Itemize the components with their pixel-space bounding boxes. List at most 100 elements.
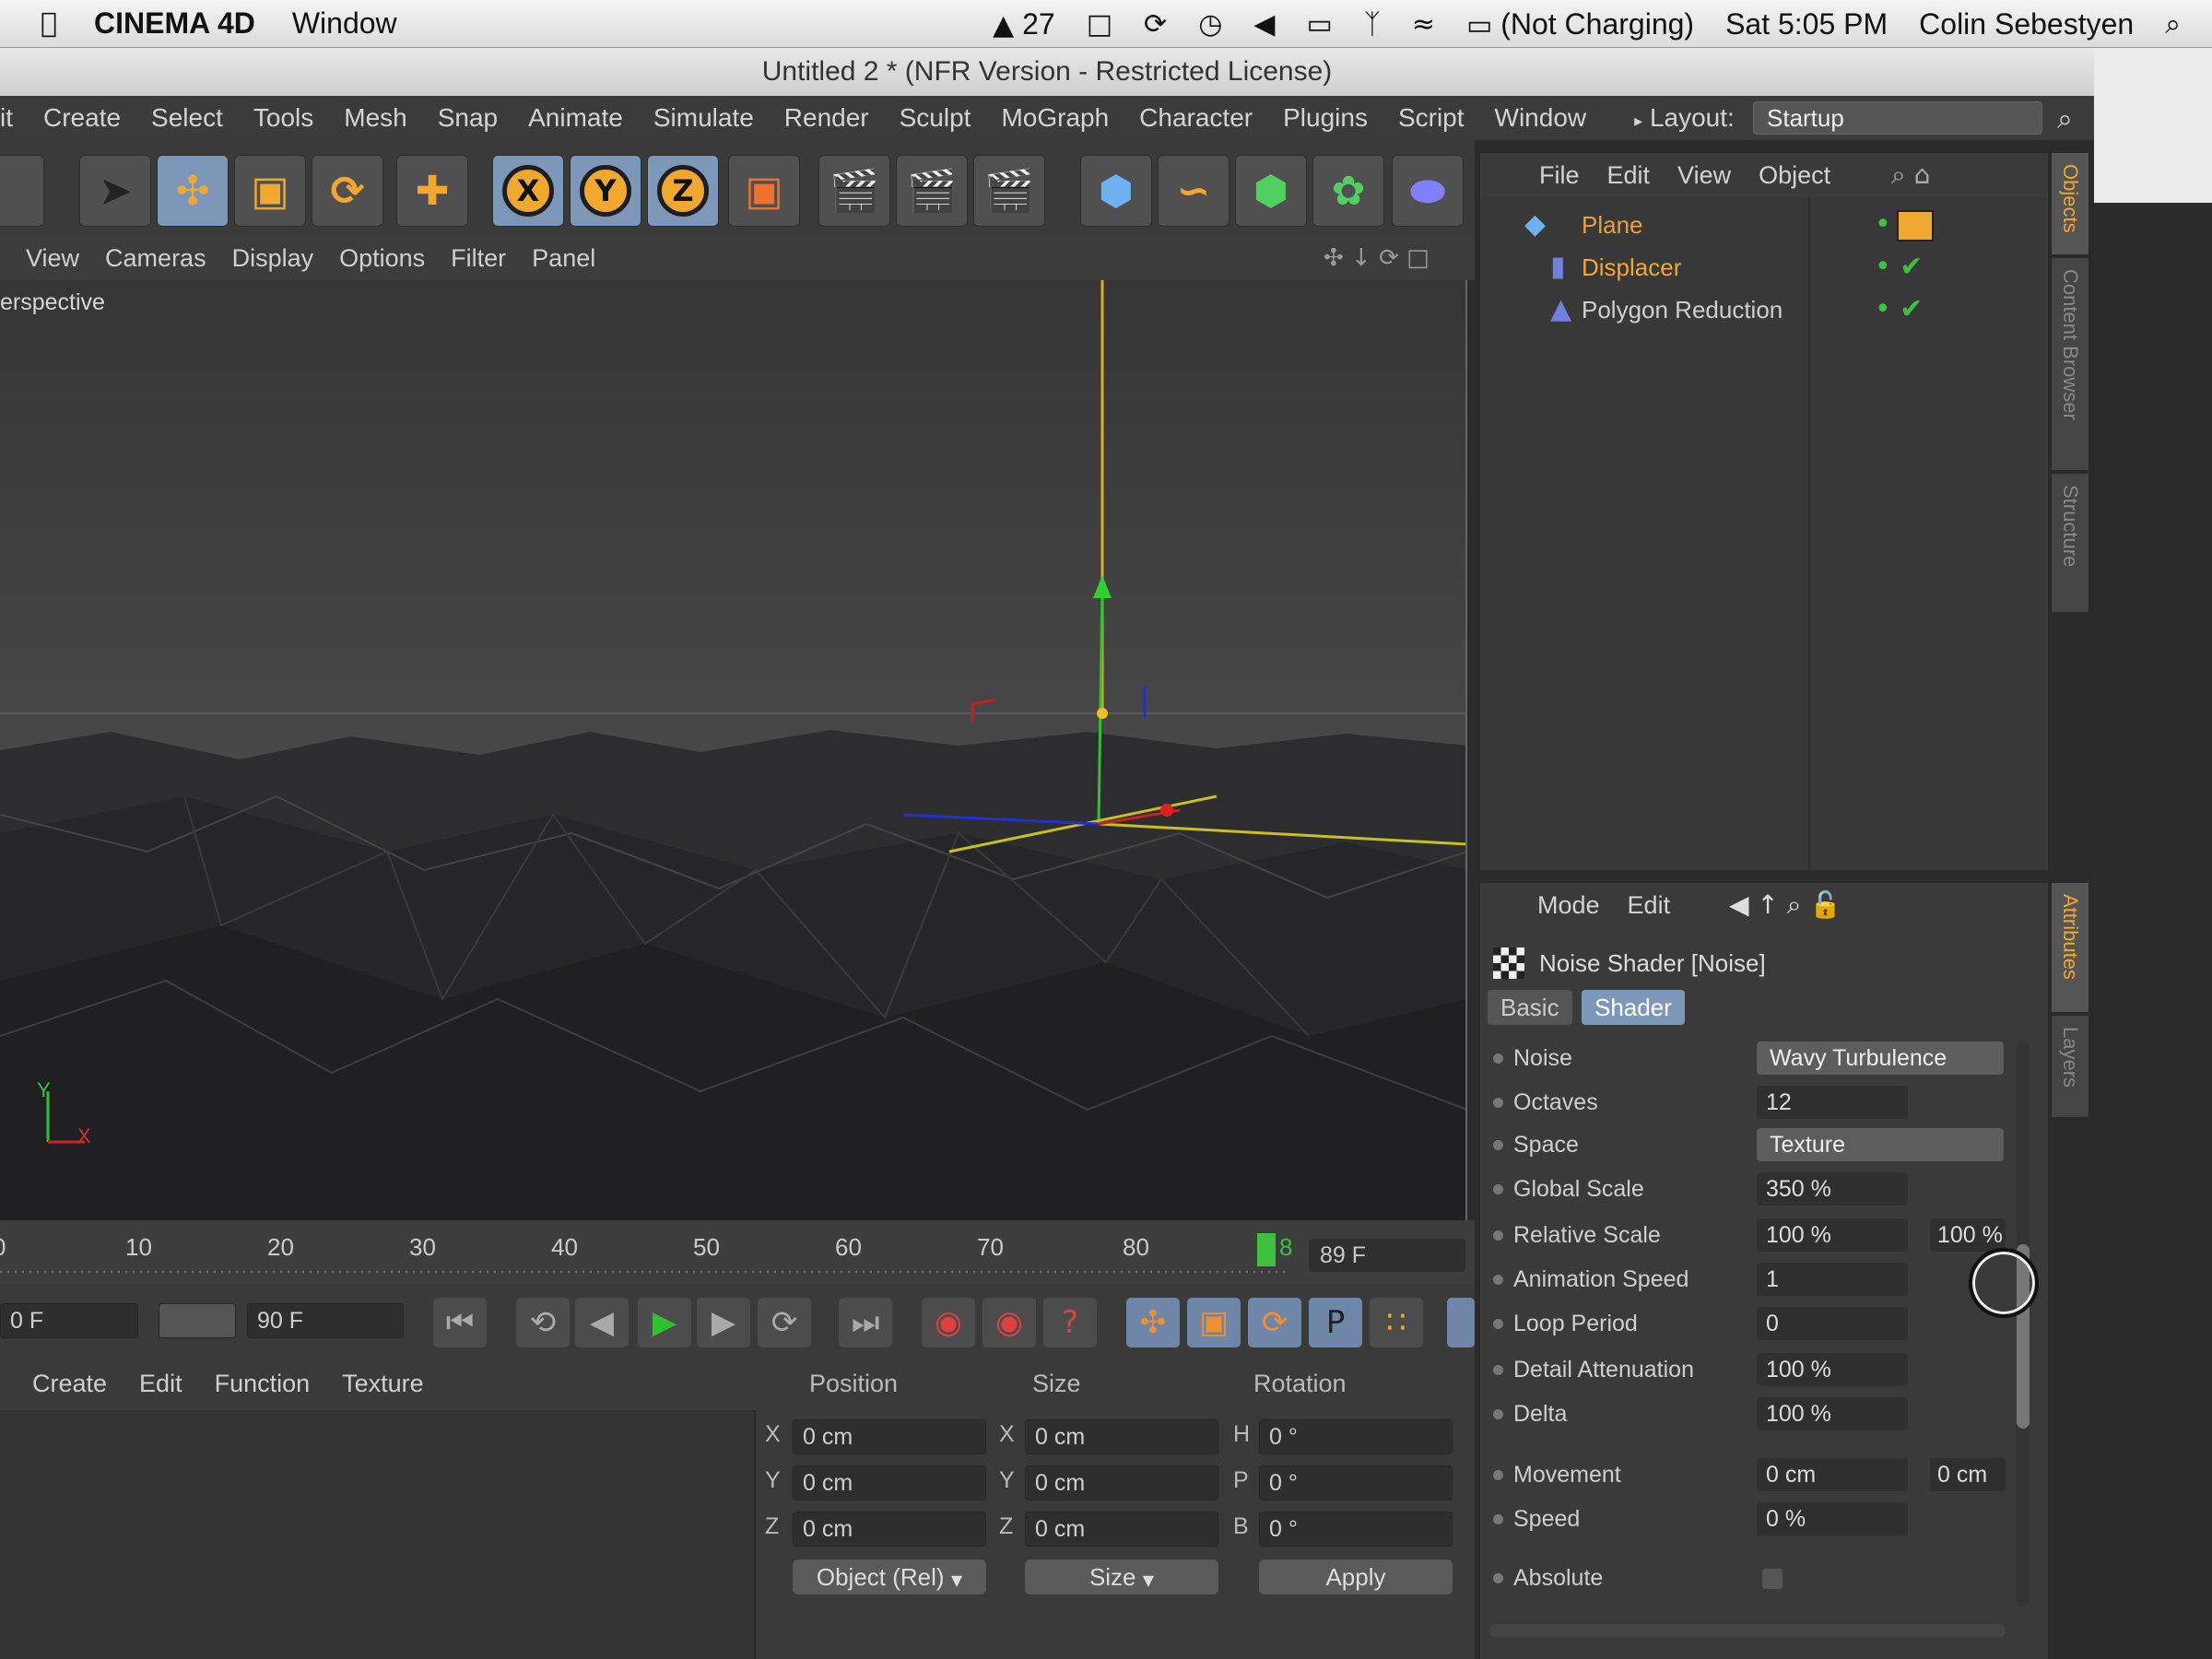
go-to-end-icon[interactable]: ⏭ [839,1298,892,1347]
play-icon[interactable]: ▶ [638,1298,691,1347]
attribute-value-field[interactable]: 1 [1757,1263,1908,1296]
attribute-value-field[interactable]: 0 [1757,1307,1908,1340]
menu-snap[interactable]: Snap [438,103,498,133]
om-menu-view[interactable]: View [1677,161,1731,190]
menu-create[interactable]: Create [43,103,121,133]
render-settings-icon[interactable]: 🎬 [973,155,1045,227]
visibility-check-icon[interactable]: • ✔ [1875,289,1923,330]
attribute-dropdown[interactable]: Texture [1757,1128,2004,1161]
window-menu[interactable]: Window [292,6,397,41]
material-menu-create[interactable]: Create [32,1370,107,1398]
menu-sculpt[interactable]: Sculpt [900,103,971,133]
previous-frame-icon[interactable]: ◀ [575,1298,629,1347]
menu-tools[interactable]: Tools [253,103,313,133]
material-menu-edit[interactable]: Edit [139,1370,182,1398]
attribute-checkbox[interactable] [1762,1569,1783,1589]
om-menu-edit[interactable]: Edit [1607,161,1651,190]
animate-dot-icon[interactable] [1493,1098,1503,1108]
animate-dot-icon[interactable] [1493,1365,1503,1375]
deformer-icon[interactable]: ⬬ [1392,155,1464,227]
next-frame-icon[interactable]: ▶ [697,1298,750,1347]
wifi-icon[interactable]: ≈ [1412,8,1435,41]
object-row-polygon-reduction[interactable]: ▲ Polygon Reduction • ✔ [1480,289,2048,330]
om-menu-object[interactable]: Object [1759,161,1830,190]
size-y-field[interactable]: 0 cm [1025,1465,1218,1500]
animate-dot-icon[interactable] [1493,1470,1503,1480]
adobe-icon[interactable]: ▲ 27 [993,7,1055,41]
move-tool-icon[interactable]: ✣ [157,155,229,227]
attribute-value-field[interactable]: 12 [1757,1086,1908,1119]
record-position-icon[interactable]: ✣ [1126,1298,1180,1347]
tab-basic[interactable]: Basic [1488,990,1572,1025]
attr-menu-mode[interactable]: Mode [1537,891,1600,920]
rotation-p-field[interactable]: 0 ° [1259,1465,1453,1500]
sync-icon[interactable]: ⟳ [1144,8,1167,41]
position-x-field[interactable]: 0 cm [793,1419,986,1454]
record-keys-icon[interactable]: ◉ [922,1298,975,1347]
menu-mograph[interactable]: MoGraph [1001,103,1109,133]
search-icon[interactable]: ⌕ [2057,103,2073,135]
viewport-menu-filter[interactable]: Filter [451,244,506,273]
record-parameter-icon[interactable]: P [1309,1298,1362,1347]
menu-character[interactable]: Character [1139,103,1253,133]
volume-icon[interactable]: ◀ [1253,8,1275,41]
clock[interactable]: Sat 5:05 PM [1725,7,1888,41]
menu-render[interactable]: Render [784,103,869,133]
start-frame-field[interactable]: 0 F [0,1303,138,1338]
viewport-menu-options[interactable]: Options [339,244,425,273]
cloner-icon[interactable]: ✿ [1312,155,1384,227]
viewport-menu-view[interactable]: View [26,244,79,273]
om-menu-file[interactable]: File [1539,161,1580,190]
spotlight-search-icon[interactable]: ⌕ [2165,8,2181,41]
record-point-level-icon[interactable]: ∷ [1370,1298,1423,1347]
x-axis-lock-button[interactable]: X [492,155,564,227]
object-row-plane[interactable]: ◆ Plane • ✔ [1480,205,2048,245]
viewport-navigation-icons[interactable]: ✣ ↓ ⟳ □ [1324,244,1430,272]
menu-simulate[interactable]: Simulate [653,103,754,133]
playhead[interactable] [1257,1233,1276,1266]
bluetooth-icon[interactable]: ᛉ [1364,8,1381,41]
visibility-check-icon[interactable]: • ✔ [1875,247,1923,288]
object-row-displacer[interactable]: ▮ Displacer • ✔ [1480,247,2048,288]
viewport-menu-cameras[interactable]: Cameras [105,244,206,273]
attribute-value-field[interactable]: 0 % [1757,1502,1908,1535]
current-frame-field[interactable]: 89 F [1309,1239,1465,1272]
cube-icon[interactable]: ⬢ [1080,155,1152,227]
coordinate-mode-select[interactable]: Object (Rel) ▼ [793,1559,986,1594]
animate-dot-icon[interactable] [1493,1573,1503,1583]
record-rotation-icon[interactable]: ⟳ [1248,1298,1301,1347]
menu-edit-partial[interactable]: it [0,103,13,133]
attribute-scrollbar[interactable] [2017,1041,2030,1606]
attribute-value-field[interactable]: 0 cm [1757,1458,1908,1491]
position-y-field[interactable]: 0 cm [793,1465,986,1500]
record-scale-icon[interactable]: ▣ [1187,1298,1241,1347]
dropbox-icon[interactable]: □ [1087,8,1112,41]
menu-script[interactable]: Script [1398,103,1465,133]
next-key-icon[interactable]: ⟳ [758,1298,811,1347]
attribute-value-field-secondary[interactable]: 100 % [1930,1218,2006,1252]
end-frame-field[interactable]: 90 F [247,1303,404,1338]
animate-dot-icon[interactable] [1493,1319,1503,1329]
menu-window[interactable]: Window [1495,103,1587,133]
render-picture-viewer-icon[interactable]: 🎬 [896,155,968,227]
om-search-icon[interactable]: ⌕ ⌂ [1891,159,1930,191]
recent-tools-icon[interactable]: ✚ [396,155,468,227]
animate-dot-icon[interactable] [1493,1230,1503,1241]
tab-layers[interactable]: Layers [2052,1016,2088,1117]
tab-structure[interactable]: Structure [2052,474,2088,612]
size-mode-select[interactable]: Size ▼ [1025,1559,1218,1594]
3d-viewport[interactable]: erspective Y X [0,280,1467,1220]
animate-dot-icon[interactable] [1493,1140,1503,1150]
menu-mesh[interactable]: Mesh [344,103,406,133]
menu-animate[interactable]: Animate [528,103,623,133]
y-axis-lock-button[interactable]: Y [570,155,641,227]
attribute-value-field[interactable]: 100 % [1757,1397,1908,1430]
z-axis-lock-button[interactable]: Z [647,155,719,227]
horizontal-scrollbar[interactable] [1489,1624,2006,1637]
keyframe-selection-icon[interactable]: ? [1043,1298,1097,1347]
size-x-field[interactable]: 0 cm [1025,1419,1218,1454]
attr-menu-edit[interactable]: Edit [1628,891,1671,920]
subdivision-surface-icon[interactable]: ⬢ [1235,155,1307,227]
coordinate-system-icon[interactable]: ▣ [728,155,800,227]
material-tag-icon[interactable] [1897,210,1934,241]
